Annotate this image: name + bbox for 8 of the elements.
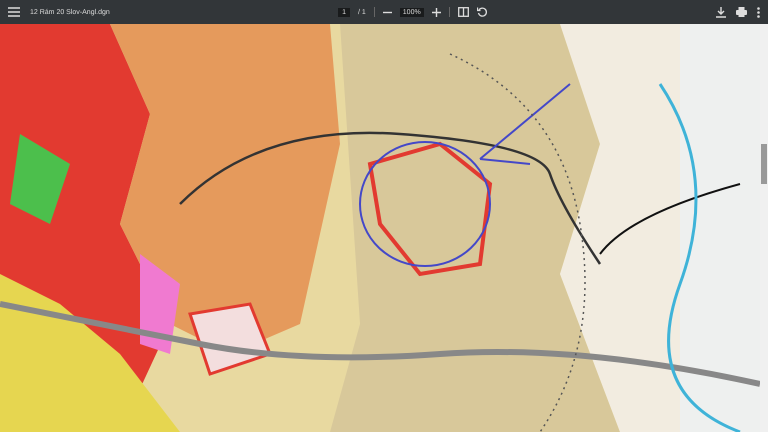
print-icon[interactable] [736,7,747,17]
download-icon[interactable] [716,6,726,18]
more-options-icon[interactable] [756,6,760,18]
scrollbar[interactable] [760,24,768,432]
zoom-in-icon[interactable] [432,8,441,16]
rotate-icon[interactable] [476,6,488,18]
menu-icon[interactable] [8,7,20,17]
fit-page-icon[interactable] [458,7,469,17]
